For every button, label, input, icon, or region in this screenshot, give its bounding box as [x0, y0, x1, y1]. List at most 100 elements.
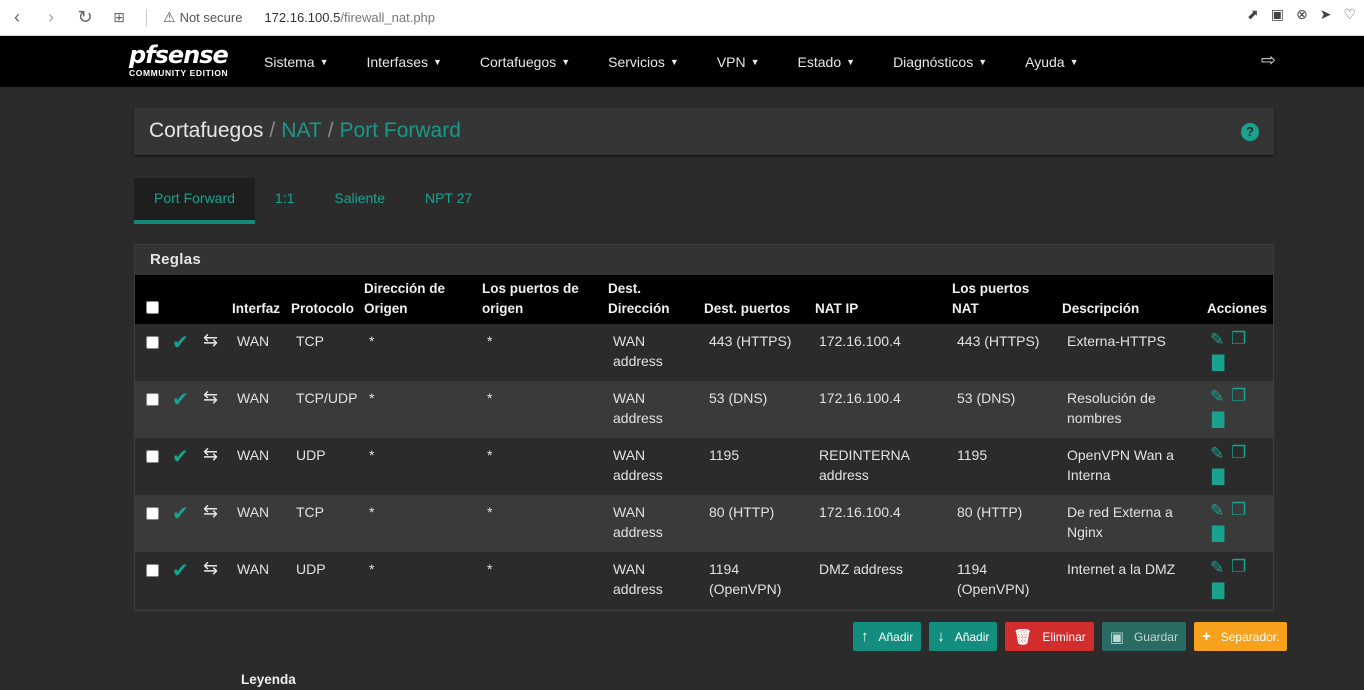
cell-puertos-origen: * [487, 447, 493, 463]
edit-pencil-icon[interactable]: ✎ [1210, 444, 1224, 464]
tab-npt[interactable]: NPT 27 [405, 178, 492, 224]
cell-dest-line1: WAN [613, 447, 646, 463]
enabled-check-icon[interactable]: ✔ [172, 330, 189, 355]
apps-grid-icon[interactable]: ⊞ [102, 9, 136, 26]
row-checkbox[interactable] [146, 393, 159, 406]
address-bar[interactable]: ⚠ Not secure 172.16.100.5/firewall_nat.p… [163, 5, 435, 31]
table-row[interactable]: ✔ ⇆ WAN TCP * * WAN address 443 (HTTPS) 172.16.10… [135, 324, 1273, 381]
cell-nat-ip-line1: REDINTERNA [819, 447, 911, 463]
table-row[interactable]: ✔ ⇆ WAN TCP * * WAN address 80 (HTTP) 172.16.100.… [135, 495, 1273, 552]
tab-saliente[interactable]: Saliente [314, 178, 405, 224]
copy-icon[interactable]: ❐ [1231, 443, 1246, 463]
cell-dest-line1: WAN [613, 504, 646, 520]
toolbar-divider [146, 8, 147, 27]
edit-pencil-icon[interactable]: ✎ [1210, 558, 1224, 578]
back-icon[interactable]: ‹ [0, 7, 34, 28]
menu-estado[interactable]: Estado ▼ [798, 54, 856, 70]
trash-icon[interactable]: ▇ [1212, 523, 1224, 543]
row-checkbox[interactable] [146, 450, 159, 463]
menu-diagnosticos[interactable]: Diagnósticos ▼ [893, 54, 987, 70]
pfsense-logo[interactable]: pfsense COMMUNITY EDITION [129, 42, 229, 78]
add-bottom-button[interactable]: ↓ Añadir [929, 622, 998, 651]
cell-nat-ip-line2: address [819, 467, 869, 483]
tab-one-to-one[interactable]: 1:1 [255, 178, 314, 224]
add-top-button[interactable]: ↑ Añadir [853, 622, 922, 651]
menu-servicios[interactable]: Servicios ▼ [608, 54, 679, 70]
heart-icon[interactable]: ♡ [1343, 6, 1356, 23]
row-checkbox[interactable] [146, 507, 159, 520]
menu-sistema[interactable]: Sistema ▼ [264, 54, 329, 70]
logout-icon[interactable]: ⇨ [1261, 50, 1276, 71]
main-menu: Sistema ▼ Interfases ▼ Cortafuegos ▼ Servic… [264, 36, 1117, 87]
not-secure-label: Not secure [179, 10, 243, 25]
shuffle-icon: ⇆ [203, 387, 219, 407]
shuffle-icon: ⇆ [203, 444, 219, 464]
help-icon[interactable]: ? [1241, 123, 1259, 141]
separator-button[interactable]: + Separador. [1193, 622, 1288, 651]
breadcrumb-nat-link[interactable]: NAT [281, 119, 321, 142]
breadcrumb-port-forward-link[interactable]: Port Forward [340, 119, 461, 142]
caret-down-icon: ▼ [846, 56, 856, 67]
caret-down-icon: ▼ [319, 56, 329, 67]
cell-interfaz: WAN [237, 390, 270, 406]
enabled-check-icon[interactable]: ✔ [172, 501, 189, 526]
menu-vpn[interactable]: VPN ▼ [717, 54, 760, 70]
forward-icon[interactable]: › [34, 7, 68, 28]
menu-label: Servicios [608, 53, 665, 70]
reload-icon[interactable]: ↻ [68, 7, 102, 28]
enabled-check-icon[interactable]: ✔ [172, 444, 189, 469]
select-all-checkbox[interactable] [146, 301, 159, 314]
cell-dest-puertos-line1: 1194 [709, 561, 740, 577]
edit-pencil-icon[interactable]: ✎ [1210, 501, 1224, 521]
cell-interfaz: WAN [237, 561, 270, 577]
delete-button[interactable]: 🗑 Eliminar [1005, 622, 1094, 651]
row-checkbox[interactable] [146, 564, 159, 577]
menu-interfases[interactable]: Interfases ▼ [367, 54, 442, 70]
share-icon[interactable]: ⬈ [1247, 6, 1259, 23]
save-button[interactable]: ▣ Guardar [1101, 622, 1186, 651]
cell-origen: * [369, 447, 375, 463]
enabled-check-icon[interactable]: ✔ [172, 387, 189, 412]
screenshot-icon[interactable]: ▣ [1271, 6, 1284, 23]
trash-icon[interactable]: ▇ [1212, 466, 1224, 486]
copy-icon[interactable]: ❐ [1231, 557, 1246, 577]
add-bottom-label: Añadir [954, 629, 990, 644]
breadcrumb-separator: / [269, 119, 276, 142]
enabled-check-icon[interactable]: ✔ [172, 558, 189, 583]
tab-port-forward[interactable]: Port Forward [134, 178, 255, 224]
copy-icon[interactable]: ❐ [1231, 386, 1246, 406]
edit-pencil-icon[interactable]: ✎ [1210, 387, 1224, 407]
save-label: Guardar [1133, 629, 1178, 644]
send-icon[interactable]: ➤ [1320, 6, 1332, 23]
cell-descripcion-line1: Internet a la DMZ [1067, 561, 1176, 577]
url-text[interactable]: 172.16.100.5/firewall_nat.php [264, 10, 435, 25]
copy-icon[interactable]: ❐ [1231, 500, 1246, 520]
cell-dest-line2: address [613, 410, 663, 426]
table-row[interactable]: ✔ ⇆ WAN UDP * * WAN address 1194 (OpenVPN) DMZ add… [135, 552, 1273, 609]
cell-nat-puertos-line1: 1194 [957, 561, 988, 577]
copy-icon[interactable]: ❐ [1231, 329, 1246, 349]
cell-dest-line2: address [613, 581, 663, 597]
trash-icon[interactable]: ▇ [1212, 409, 1224, 429]
table-row[interactable]: ✔ ⇆ WAN UDP * * WAN address 1195 REDINTERNA addres… [135, 438, 1273, 495]
floppy-icon: ▣ [1109, 628, 1124, 646]
block-icon[interactable]: ⊗ [1296, 6, 1308, 23]
menu-ayuda[interactable]: Ayuda ▼ [1025, 54, 1078, 70]
breadcrumb-root: Cortafuegos [149, 119, 264, 142]
cell-nat-ip-line1: DMZ address [819, 561, 904, 577]
trash-icon[interactable]: ▇ [1212, 352, 1224, 372]
cell-dest-line1: WAN [613, 561, 646, 577]
row-checkbox[interactable] [146, 336, 159, 349]
table-row[interactable]: ✔ ⇆ WAN TCP/UDP * * WAN address 53 (DNS) 172.16.1… [135, 381, 1273, 438]
top-navbar: pfsense COMMUNITY EDITION Sistema ▼ Inter… [0, 36, 1364, 87]
shuffle-icon: ⇆ [203, 501, 219, 521]
cell-dest-line1: WAN [613, 390, 646, 406]
menu-cortafuegos[interactable]: Cortafuegos ▼ [480, 54, 570, 70]
edit-pencil-icon[interactable]: ✎ [1210, 330, 1224, 350]
shuffle-icon: ⇆ [203, 558, 219, 578]
cell-interfaz: WAN [237, 333, 270, 349]
trash-icon[interactable]: ▇ [1212, 580, 1224, 600]
nat-tabs: Port Forward 1:1 Saliente NPT 27 [134, 178, 492, 224]
cell-dest-puertos-line2: (OpenVPN) [709, 581, 782, 597]
header-nat-ip: NAT IP [815, 301, 859, 316]
